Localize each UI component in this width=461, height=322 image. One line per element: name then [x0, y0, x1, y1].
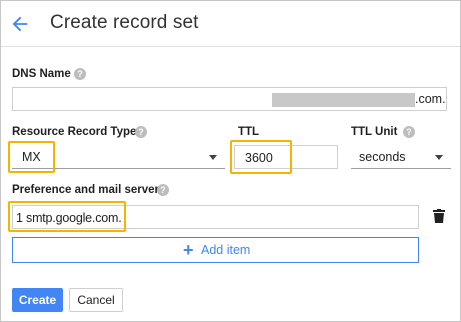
- add-item-button[interactable]: + Add item: [12, 237, 419, 263]
- ttl-label: TTL: [238, 126, 260, 138]
- ttl-unit-value: seconds: [359, 150, 406, 164]
- mail-server-label: Preference and mail server: [12, 184, 160, 196]
- plus-icon: +: [183, 240, 194, 260]
- arrow-back-icon[interactable]: [9, 13, 31, 35]
- chevron-down-icon: [435, 155, 443, 160]
- add-item-label: Add item: [201, 243, 251, 257]
- create-button[interactable]: Create: [12, 288, 63, 312]
- record-type-label: Resource Record Type: [12, 126, 137, 138]
- help-icon[interactable]: ?: [157, 184, 169, 196]
- dialog: Create record set DNS Name ? .com. Resou…: [0, 0, 461, 322]
- help-icon[interactable]: ?: [74, 68, 86, 80]
- dns-name-suffix: .com.: [415, 92, 446, 106]
- trash-icon[interactable]: [433, 209, 445, 223]
- highlight-box: [230, 140, 292, 174]
- highlight-box: [8, 201, 126, 232]
- page-title: Create record set: [50, 12, 199, 33]
- chevron-down-icon: [209, 155, 217, 160]
- highlight-box: [8, 141, 55, 173]
- cancel-button[interactable]: Cancel: [69, 288, 123, 312]
- help-icon[interactable]: ?: [403, 126, 415, 138]
- header: Create record set: [1, 1, 460, 47]
- ttl-unit-select[interactable]: seconds: [351, 145, 451, 169]
- ttl-unit-label: TTL Unit: [351, 126, 398, 138]
- redacted-dns-name: [272, 93, 415, 107]
- help-icon[interactable]: ?: [135, 126, 147, 138]
- dns-name-label: DNS Name: [12, 68, 71, 80]
